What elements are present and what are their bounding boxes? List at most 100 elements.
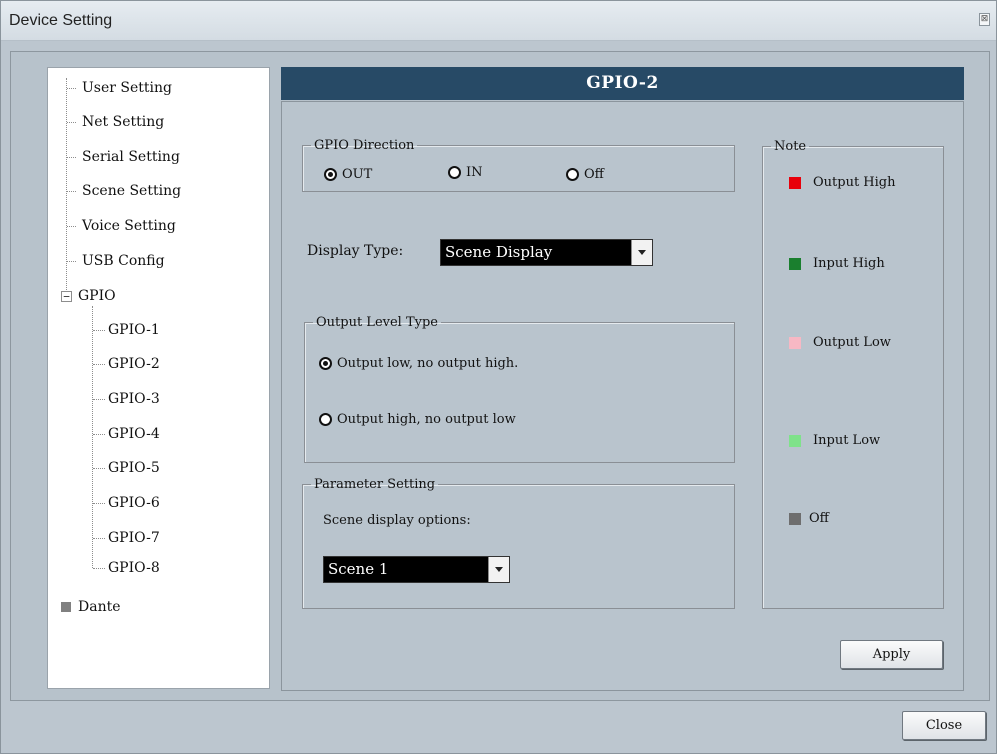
tree-item-gpio-7[interactable]: GPIO-7 <box>108 527 160 549</box>
tree-item-gpio-1[interactable]: GPIO-1 <box>108 319 160 341</box>
settings-tree: User Setting Net Setting Serial Setting … <box>47 67 270 689</box>
scene-select[interactable]: Scene 1 <box>323 556 510 583</box>
tree-item-label: GPIO-5 <box>108 460 160 476</box>
tree-item-label: GPIO-6 <box>108 495 160 511</box>
tree-item-label: Serial Setting <box>82 149 180 165</box>
note-output-low: Output Low <box>789 335 891 350</box>
tree-item-label: Scene Setting <box>82 183 182 199</box>
note-input-low: Input Low <box>789 433 880 448</box>
direction-out-radio[interactable]: OUT <box>324 167 372 182</box>
display-type-select[interactable]: Scene Display <box>440 239 653 266</box>
radio-unchecked-icon <box>319 413 332 426</box>
title-bar: Device Setting ⊠ <box>1 1 996 41</box>
panel-title: GPIO-2 <box>281 67 964 100</box>
tree-item-label: GPIO-3 <box>108 391 160 407</box>
tree-connector-gpio <box>92 306 93 568</box>
radio-checked-icon <box>319 357 332 370</box>
direction-in-radio[interactable]: IN <box>448 165 483 180</box>
gpio-direction-legend: GPIO Direction <box>314 138 415 153</box>
tree-item-label: User Setting <box>82 80 172 96</box>
tree-connector-h <box>67 226 76 227</box>
window-close-icon[interactable]: ⊠ <box>979 13 990 26</box>
tree-item-gpio-4[interactable]: GPIO-4 <box>108 423 160 445</box>
tree-item-label: Net Setting <box>82 114 165 130</box>
scene-display-options-label: Scene display options: <box>323 513 471 528</box>
tree-item-label: GPIO-8 <box>108 560 160 576</box>
green-square-icon <box>789 257 801 270</box>
output-level-legend: Output Level Type <box>316 315 438 330</box>
close-button[interactable]: Close <box>902 711 986 740</box>
tree-item-label: Voice Setting <box>82 218 176 234</box>
scene-select-value: Scene 1 <box>328 560 389 578</box>
note-output-high: Output High <box>789 175 896 190</box>
tree-item-gpio-8[interactable]: GPIO-8 <box>108 557 160 579</box>
radio-label: Output high, no output low <box>337 412 516 427</box>
tree-item-label: USB Config <box>82 253 165 269</box>
output-level-group: Output Level Type <box>304 315 735 463</box>
tree-connector-h <box>93 568 105 569</box>
parameter-setting-legend: Parameter Setting <box>314 477 436 492</box>
dante-node-icon <box>61 602 71 612</box>
tree-connector-h <box>93 330 105 331</box>
display-type-label: Display Type: <box>307 243 404 259</box>
tree-item-gpio-6[interactable]: GPIO-6 <box>108 492 160 514</box>
direction-off-radio[interactable]: Off <box>566 167 604 182</box>
radio-checked-icon <box>324 168 337 181</box>
device-setting-window: Device Setting ⊠ User Setting Net Settin… <box>0 0 997 754</box>
radio-label: Output low, no output high. <box>337 356 519 371</box>
tree-connector-h <box>93 468 105 469</box>
note-label: Off <box>809 511 829 526</box>
apply-button[interactable]: Apply <box>840 640 943 669</box>
tree-item-label: GPIO-1 <box>108 322 160 338</box>
tree-connector-h <box>67 88 76 89</box>
note-legend: Note <box>774 139 807 154</box>
tree-item-gpio[interactable]: GPIO <box>78 285 116 307</box>
pink-square-icon <box>789 336 801 349</box>
gpio-direction-group: GPIO Direction <box>302 138 735 192</box>
window-title: Device Setting <box>9 12 113 29</box>
tree-item-gpio-5[interactable]: GPIO-5 <box>108 457 160 479</box>
parameter-setting-group: Parameter Setting <box>302 477 735 609</box>
tree-connector-h <box>67 191 76 192</box>
tree-item-net-setting[interactable]: Net Setting <box>82 111 164 133</box>
tree-connector-root <box>66 78 67 290</box>
note-label: Output High <box>813 175 896 190</box>
tree-item-label: Dante <box>78 599 121 615</box>
tree-item-serial-setting[interactable]: Serial Setting <box>82 146 180 168</box>
tree-item-gpio-3[interactable]: GPIO-3 <box>108 388 160 410</box>
radio-label: Off <box>584 167 604 182</box>
tree-connector-h <box>67 157 76 158</box>
tree-connector-h <box>93 434 105 435</box>
note-input-high: Input High <box>789 256 885 271</box>
tree-item-scene-setting[interactable]: Scene Setting <box>82 180 181 202</box>
tree-item-voice-setting[interactable]: Voice Setting <box>82 215 176 237</box>
tree-item-dante[interactable]: Dante <box>78 596 121 618</box>
tree-item-label: GPIO <box>78 288 116 304</box>
tree-connector-h <box>67 122 76 123</box>
note-label: Input Low <box>813 433 881 448</box>
note-group: Note <box>762 139 944 609</box>
tree-connector-h <box>93 364 105 365</box>
radio-unchecked-icon <box>448 166 461 179</box>
collapse-icon[interactable]: − <box>61 291 72 302</box>
output-low-radio[interactable]: Output low, no output high. <box>319 356 518 371</box>
tree-item-label: GPIO-7 <box>108 530 160 546</box>
radio-unchecked-icon <box>566 168 579 181</box>
tree-connector-h <box>93 399 105 400</box>
chevron-down-icon[interactable] <box>631 240 652 265</box>
light-green-square-icon <box>789 434 801 447</box>
radio-label: OUT <box>342 167 373 182</box>
chevron-down-icon[interactable] <box>488 557 509 582</box>
tree-connector-h <box>67 261 76 262</box>
tree-item-label: GPIO-2 <box>108 356 160 372</box>
note-label: Input High <box>813 256 885 271</box>
tree-item-usb-config[interactable]: USB Config <box>82 250 165 272</box>
tree-connector-h <box>93 503 105 504</box>
tree-item-gpio-2[interactable]: GPIO-2 <box>108 353 160 375</box>
radio-label: IN <box>466 165 483 180</box>
gray-square-icon <box>789 512 801 525</box>
tree-item-user-setting[interactable]: User Setting <box>82 77 172 99</box>
output-high-radio[interactable]: Output high, no output low <box>319 412 516 427</box>
note-label: Output Low <box>813 335 891 350</box>
display-type-value: Scene Display <box>445 243 553 261</box>
